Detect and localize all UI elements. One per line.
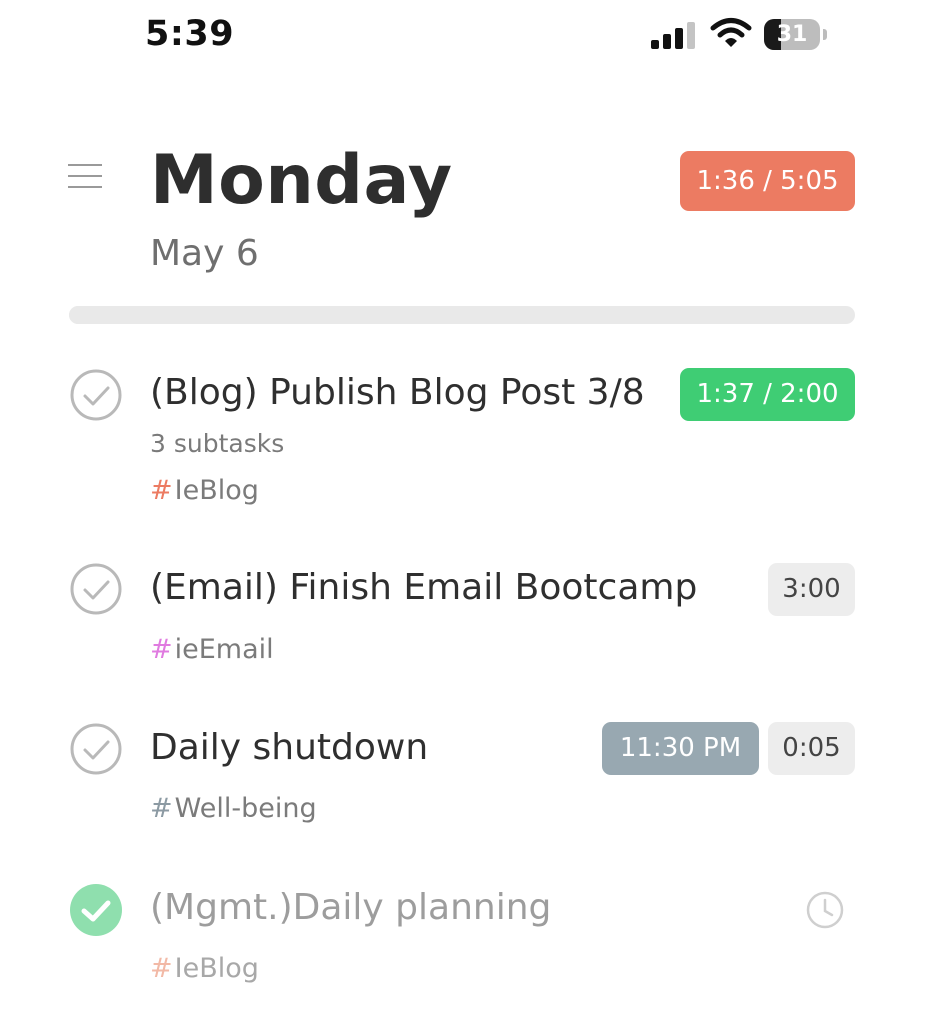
clock-icon[interactable] <box>805 890 845 930</box>
day-progress-fill <box>69 306 313 324</box>
task-title[interactable]: (Email) Finish Email Bootcamp <box>150 567 697 608</box>
hash-icon: # <box>150 634 173 665</box>
task-time-badge[interactable]: 0:05 <box>768 722 855 775</box>
scheduled-time-badge[interactable]: 11:30 PM <box>602 722 759 775</box>
battery-level-text: 31 <box>776 22 808 47</box>
battery-body: 31 <box>764 19 820 50</box>
task-tag[interactable]: #IeBlog <box>150 953 259 984</box>
hash-icon: # <box>150 953 173 984</box>
tag-label: Well-being <box>174 793 317 824</box>
day-progress-bar <box>69 306 855 324</box>
task-tag[interactable]: #IeBlog <box>150 475 259 506</box>
battery-icon: 31 <box>764 19 828 50</box>
wifi-icon <box>710 18 752 47</box>
subtasks-count[interactable]: 3 subtasks <box>150 429 284 458</box>
tag-label: ieEmail <box>174 634 274 665</box>
cellular-signal-icon <box>651 22 695 49</box>
task-time-badge[interactable]: 1:37 / 2:00 <box>680 368 855 421</box>
check-circle-filled-icon[interactable] <box>70 884 122 936</box>
task-tag[interactable]: #Well-being <box>150 793 317 824</box>
check-circle-icon[interactable] <box>70 563 122 615</box>
status-time: 5:39 <box>145 14 235 54</box>
hash-icon: # <box>150 793 173 824</box>
task-title[interactable]: (Mgmt.)Daily planning <box>150 887 551 928</box>
battery-tip <box>823 29 827 40</box>
check-circle-icon[interactable] <box>70 723 122 775</box>
task-time-badge[interactable]: 3:00 <box>768 563 855 616</box>
task-tag[interactable]: #ieEmail <box>150 634 274 665</box>
task-title[interactable]: Daily shutdown <box>150 727 428 768</box>
page-date: May 6 <box>150 233 259 274</box>
hamburger-menu-icon[interactable] <box>68 164 102 190</box>
total-time-badge[interactable]: 1:36 / 5:05 <box>680 151 855 211</box>
tag-label: IeBlog <box>174 475 259 506</box>
page-title: Monday <box>150 141 453 220</box>
check-circle-icon[interactable] <box>70 369 122 421</box>
task-title[interactable]: (Blog) Publish Blog Post 3/8 <box>150 372 645 413</box>
tag-label: IeBlog <box>174 953 259 984</box>
hash-icon: # <box>150 475 173 506</box>
